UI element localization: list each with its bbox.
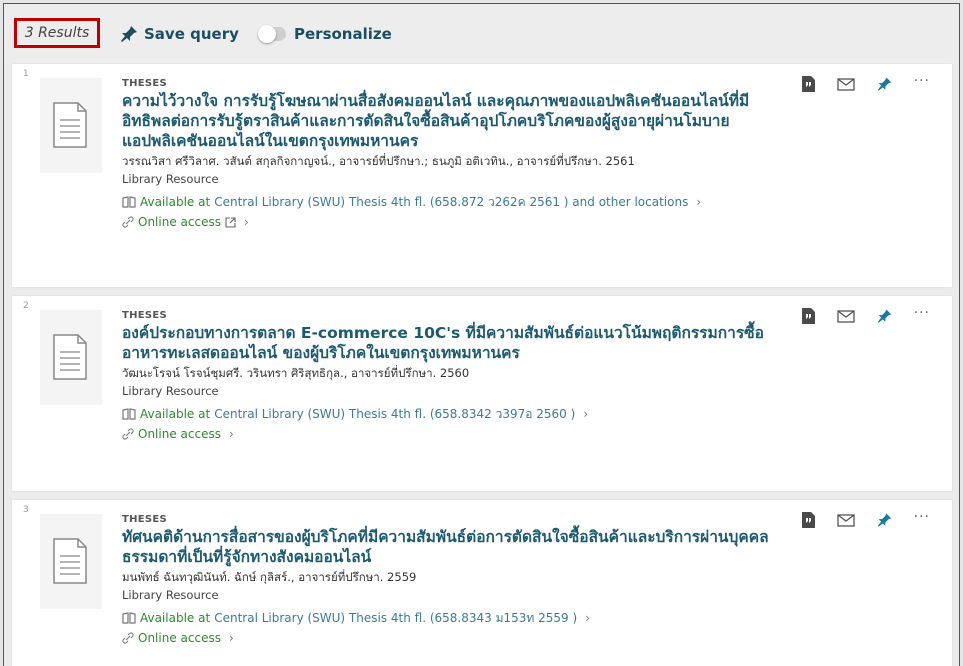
result-author: วัฒนะโรจน์ โรจน์ชุมศรี. วรินทรา ศิริสุทธ… <box>122 366 470 380</box>
online-access-link[interactable]: Online access › <box>122 212 782 232</box>
result-item[interactable]: 1 THESES ความไว้วางใจ การรับรู้โฆษณาผ่าน… <box>12 64 952 287</box>
more-actions-icon[interactable]: ··· <box>914 305 930 321</box>
availability-link[interactable]: Available at Central Library (SWU) Thesi… <box>122 192 782 212</box>
more-actions-icon[interactable]: ··· <box>914 509 930 525</box>
chevron-right-icon: › <box>228 427 234 441</box>
result-actions: ··· <box>801 509 930 528</box>
personalize-toggle[interactable]: Personalize <box>258 22 392 46</box>
search-results-panel: 3 Results Save query Personalize 1 THESE… <box>3 3 960 666</box>
availability-location: Central Library (SWU) Thesis 4th fl. (65… <box>214 611 578 625</box>
more-actions-icon[interactable]: ··· <box>914 73 930 89</box>
results-list: 1 THESES ความไว้วางใจ การรับรู้โฆษณาผ่าน… <box>12 64 952 666</box>
result-resource-type: Library Resource <box>122 588 219 602</box>
result-actions: ··· <box>801 305 930 324</box>
personalize-label: Personalize <box>294 25 392 43</box>
availability-status: Available at <box>140 611 211 625</box>
pin-icon[interactable] <box>877 308 892 324</box>
availability-status: Available at <box>140 407 211 421</box>
chevron-right-icon: › <box>585 611 590 625</box>
citation-icon[interactable] <box>801 76 815 92</box>
book-icon <box>122 196 136 208</box>
results-count: 3 Results <box>14 18 100 48</box>
result-type: THESES <box>122 514 168 525</box>
document-icon <box>53 334 87 380</box>
pin-icon[interactable] <box>877 512 892 528</box>
save-query-button[interactable]: Save query <box>120 22 239 46</box>
result-thumbnail[interactable] <box>40 78 102 173</box>
result-type: THESES <box>122 78 168 89</box>
link-icon <box>122 428 134 440</box>
email-icon[interactable] <box>836 309 855 323</box>
chevron-right-icon: › <box>228 631 234 645</box>
book-icon <box>122 408 136 420</box>
result-item[interactable]: 3 THESES ทัศนคติด้านการสื่อสารของผู้บริโ… <box>12 500 952 666</box>
result-author: วรรณวิสา ศรีวิลาศ. วสันต์ สกุลกิจกาญจน์.… <box>122 154 635 168</box>
document-icon <box>53 102 87 148</box>
toggle-switch[interactable] <box>258 25 286 43</box>
result-item[interactable]: 2 THESES องค์ประกอบทางการตลาด E-commerce… <box>12 296 952 491</box>
result-resource-type: Library Resource <box>122 384 219 398</box>
result-thumbnail[interactable] <box>40 514 102 609</box>
result-thumbnail[interactable] <box>40 310 102 405</box>
external-link-icon <box>225 216 236 228</box>
email-icon[interactable] <box>836 77 855 91</box>
pin-icon <box>121 26 137 42</box>
book-icon <box>122 612 136 624</box>
email-icon[interactable] <box>836 513 855 527</box>
save-query-label: Save query <box>144 25 239 43</box>
citation-icon[interactable] <box>801 512 815 528</box>
result-title[interactable]: ความไว้วางใจ การรับรู้โฆษณาผ่านสื่อสังคม… <box>122 91 782 151</box>
result-type: THESES <box>122 310 168 321</box>
result-author: มนพัทธ์ ฉันทวุฒินันท์. ฉักษ์ กุลิสร์., อ… <box>122 570 417 584</box>
chevron-right-icon: › <box>583 407 589 421</box>
online-access-link[interactable]: Online access › <box>122 628 782 648</box>
link-icon <box>122 216 134 228</box>
online-access-label: Online access <box>138 215 221 229</box>
availability-link[interactable]: Available at Central Library (SWU) Thesi… <box>122 608 782 628</box>
availability-status: Available at <box>140 195 211 209</box>
availability-location: Central Library (SWU) Thesis 4th fl. (65… <box>214 407 576 421</box>
availability-link[interactable]: Available at Central Library (SWU) Thesi… <box>122 404 782 424</box>
pin-icon[interactable] <box>877 76 892 92</box>
availability-location: Central Library (SWU) Thesis 4th fl. (65… <box>214 195 689 209</box>
result-title[interactable]: ทัศนคติด้านการสื่อสารของผู้บริโภคที่มีคว… <box>122 527 782 567</box>
result-actions: ··· <box>801 73 930 92</box>
result-index: 1 <box>23 69 29 79</box>
online-access-link[interactable]: Online access › <box>122 424 782 444</box>
chevron-right-icon: › <box>243 215 249 229</box>
citation-icon[interactable] <box>801 308 815 324</box>
online-access-label: Online access <box>138 631 221 645</box>
result-resource-type: Library Resource <box>122 172 219 186</box>
link-icon <box>122 632 134 644</box>
chevron-right-icon: › <box>696 195 702 209</box>
online-access-label: Online access <box>138 427 221 441</box>
result-index: 3 <box>23 505 29 515</box>
result-index: 2 <box>23 301 29 311</box>
results-toolbar: 3 Results Save query Personalize <box>4 4 959 64</box>
result-title[interactable]: องค์ประกอบทางการตลาด E-commerce 10C's ที… <box>122 323 782 363</box>
document-icon <box>53 538 87 584</box>
